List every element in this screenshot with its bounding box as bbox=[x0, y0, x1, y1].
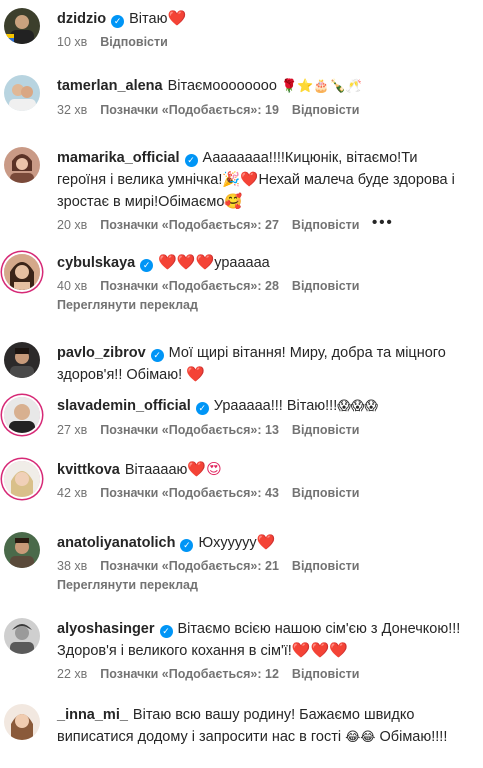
avatar[interactable] bbox=[4, 254, 40, 290]
comment-username[interactable]: kvittkova bbox=[57, 462, 120, 478]
comment-time: 22 хв bbox=[57, 667, 88, 681]
comment-emoji: 🌹⭐🎂🍾🥂 bbox=[280, 79, 362, 94]
comment-time: 40 хв bbox=[57, 279, 88, 293]
likes-count[interactable]: Позначки «Подобається»: 43 bbox=[100, 486, 279, 500]
verified-badge-icon: ✓ bbox=[150, 349, 164, 362]
comment-time: 38 хв bbox=[57, 559, 88, 573]
comment-emoji: ❤️ bbox=[186, 366, 205, 383]
comment-emoji: 😂😂 bbox=[345, 730, 376, 745]
avatar[interactable] bbox=[4, 8, 40, 44]
likes-count[interactable]: Позначки «Подобається»: 19 bbox=[100, 103, 279, 117]
comment-username[interactable]: mamarika_official bbox=[57, 150, 180, 166]
reply-button[interactable]: Відповісти bbox=[292, 279, 360, 293]
reply-button[interactable]: Відповісти bbox=[292, 486, 360, 500]
comment-username[interactable]: tamerlan_alena bbox=[57, 78, 163, 94]
avatar[interactable] bbox=[4, 618, 40, 654]
comment-username[interactable]: _inna_mi_ bbox=[57, 707, 128, 723]
comment-time: 27 хв bbox=[57, 423, 88, 437]
reply-button[interactable]: Відповісти bbox=[292, 218, 360, 232]
likes-count[interactable]: Позначки «Подобається»: 13 bbox=[100, 423, 279, 437]
avatar[interactable] bbox=[4, 397, 40, 433]
comment-emoji: ❤️ bbox=[167, 10, 187, 27]
avatar[interactable] bbox=[4, 147, 40, 183]
avatar[interactable] bbox=[4, 704, 40, 740]
reply-button[interactable]: Відповісти bbox=[100, 35, 168, 49]
comment-emoji: ❤️❤️❤️ bbox=[158, 254, 215, 271]
likes-count[interactable]: Позначки «Подобається»: 21 bbox=[100, 559, 279, 573]
likes-count[interactable]: Позначки «Подобається»: 28 bbox=[100, 279, 279, 293]
comment-text: Вітаємоооооооо bbox=[167, 78, 277, 94]
comment-text: Урааааа!!! Вітаю!!! bbox=[213, 398, 338, 414]
reply-button[interactable]: Відповісти bbox=[292, 667, 360, 681]
comment-text: Юхуyyyy bbox=[198, 535, 257, 551]
comment-emoji: ❤️❤️❤️ bbox=[291, 642, 348, 659]
comment-username[interactable]: dzidzio bbox=[57, 11, 106, 27]
comment-text: Вітаю bbox=[129, 11, 168, 27]
comment-username[interactable]: slavademin_official bbox=[57, 398, 191, 414]
comment-username[interactable]: cybulskaya bbox=[57, 255, 135, 271]
comment-text: Обімаю!!!! bbox=[379, 729, 448, 745]
comment-emoji: ❤️😍 bbox=[187, 461, 222, 478]
verified-badge-icon: ✓ bbox=[184, 154, 198, 167]
avatar[interactable] bbox=[4, 461, 40, 497]
comment-emoji: 😱😱😱 bbox=[337, 399, 378, 414]
comment-emoji: ❤️ bbox=[256, 534, 276, 551]
avatar[interactable] bbox=[4, 532, 40, 568]
see-translation-button[interactable]: Переглянути переклад bbox=[57, 298, 465, 312]
reply-button[interactable]: Відповісти bbox=[292, 559, 360, 573]
reply-button[interactable]: Відповісти bbox=[292, 103, 360, 117]
verified-badge-icon: ✓ bbox=[111, 15, 125, 28]
verified-badge-icon: ✓ bbox=[140, 259, 154, 272]
avatar[interactable] bbox=[4, 342, 40, 378]
comment-text: Вітааааю bbox=[124, 462, 188, 478]
see-translation-button[interactable]: Переглянути переклад bbox=[57, 578, 465, 592]
comment-time: 10 хв bbox=[57, 35, 88, 49]
verified-badge-icon: ✓ bbox=[180, 539, 194, 552]
avatar[interactable] bbox=[4, 75, 40, 111]
comment-username[interactable]: anatoliyanatolich bbox=[57, 535, 175, 551]
verified-badge-icon: ✓ bbox=[159, 625, 173, 638]
comment-username[interactable]: pavlo_zibrov bbox=[57, 345, 146, 361]
reply-button[interactable]: Відповісти bbox=[292, 423, 360, 437]
verified-badge-icon: ✓ bbox=[195, 402, 209, 415]
comment-text: урааааа bbox=[214, 255, 270, 271]
likes-count[interactable]: Позначки «Подобається»: 12 bbox=[100, 667, 279, 681]
comment-time: 32 хв bbox=[57, 103, 88, 117]
comment-time: 20 хв bbox=[57, 218, 88, 232]
likes-count[interactable]: Позначки «Подобається»: 27 bbox=[100, 218, 279, 232]
comment-username[interactable]: alyoshasinger bbox=[57, 621, 155, 637]
more-options-icon[interactable]: ••• bbox=[372, 215, 394, 231]
comment-time: 42 хв bbox=[57, 486, 88, 500]
